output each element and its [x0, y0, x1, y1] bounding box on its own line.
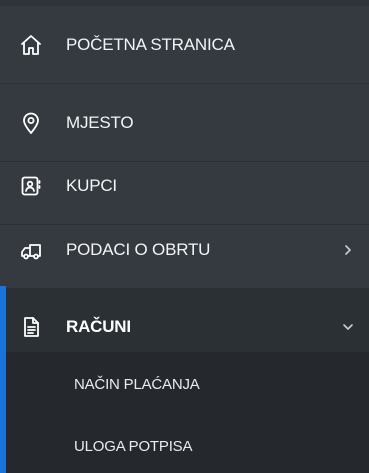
submenu-item-label: NAČIN PLAĆANJA	[74, 375, 200, 393]
sidebar-item-label: KUPCI	[66, 175, 117, 195]
sidebar: POČETNA STRANICA MJESTO KUPCI PODACI O O…	[0, 0, 369, 473]
submenu-item-nacin-placanja[interactable]: NAČIN PLAĆANJA	[0, 354, 369, 414]
document-icon	[19, 315, 43, 339]
contacts-book-icon	[19, 174, 43, 198]
chevron-down-icon	[341, 320, 355, 334]
sidebar-item-podaci-o-obrtu[interactable]: PODACI O OBRTU	[0, 211, 369, 289]
truck-icon	[19, 238, 43, 262]
sidebar-item-label: MJESTO	[66, 112, 134, 132]
location-pin-icon	[19, 111, 43, 135]
home-icon	[19, 33, 43, 57]
racuni-submenu: NAČIN PLAĆANJA ULOGA POTPISA	[0, 352, 369, 473]
submenu-item-uloga-potpisa[interactable]: ULOGA POTPISA	[0, 416, 369, 473]
sidebar-item-label: PODACI O OBRTU	[66, 239, 211, 259]
sidebar-item-pocetna-stranica[interactable]: POČETNA STRANICA	[0, 6, 369, 84]
submenu-item-label: ULOGA POTPISA	[74, 437, 193, 455]
sidebar-item-label: RAČUNI	[66, 317, 131, 336]
chevron-right-icon	[341, 243, 355, 257]
active-indicator	[0, 286, 6, 473]
sidebar-item-label: POČETNA STRANICA	[66, 34, 235, 54]
